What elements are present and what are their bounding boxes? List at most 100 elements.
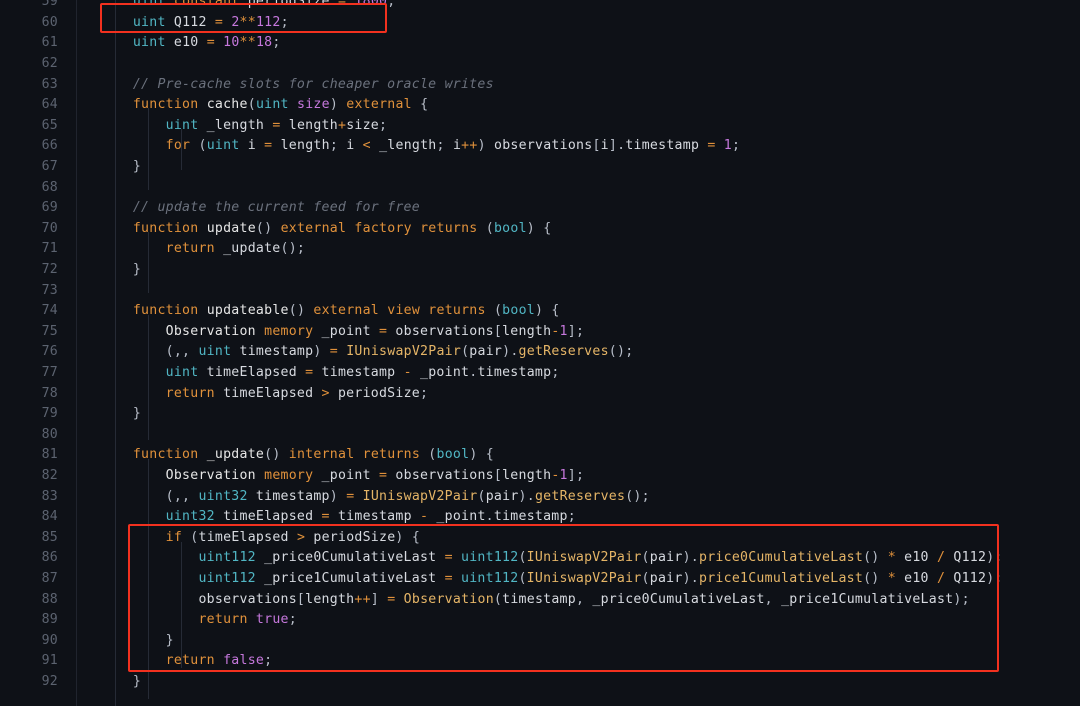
line-content[interactable]: Observation memory _point = observations… [100,322,584,343]
code-line[interactable]: 85 if (timeElapsed > periodSize) { [0,528,1080,549]
code-line[interactable]: 59 uint constant periodSize = 1800; [0,0,1080,13]
code-token: Q112 [165,14,215,30]
line-content[interactable]: // update the current feed for free [100,198,420,219]
code-line[interactable]: 70 function update() external factory re… [0,219,1080,240]
code-line[interactable]: 71 return _update(); [0,239,1080,260]
line-content[interactable]: // Pre-cache slots for cheaper oracle wr… [100,75,494,96]
code-line[interactable]: 79 } [0,404,1080,425]
line-content[interactable]: uint Q112 = 2**112; [100,13,289,34]
code-line[interactable]: 67 } [0,157,1080,178]
code-token: ; [288,612,297,628]
line-content[interactable]: function updateable() external view retu… [100,301,560,322]
line-content[interactable]: uint32 timeElapsed = timestamp - _point.… [100,507,576,528]
code-token: * [887,550,896,566]
code-line[interactable]: 66 for (uint i = length; i < _length; i+… [0,136,1080,157]
code-line[interactable]: 65 uint _length = length+size; [0,116,1080,137]
code-token: getReserves [518,344,609,360]
code-line[interactable]: 77 uint timeElapsed = timestamp - _point… [0,363,1080,384]
code-token: uint112 [198,550,256,566]
line-content[interactable]: (,, uint32 timestamp) = IUniswapV2Pair(p… [100,487,650,508]
line-content[interactable]: for (uint i = length; i < _length; i++) … [100,136,740,157]
code-line[interactable]: 68 [0,178,1080,199]
line-content[interactable]: observations[length++] = Observation(tim… [100,590,970,611]
line-content[interactable]: return false; [100,651,272,672]
code-token: } [132,674,142,689]
line-content[interactable]: uint _length = length+size; [100,116,387,137]
code-line[interactable]: 84 uint32 timeElapsed = timestamp - _poi… [0,507,1080,528]
line-content[interactable]: } [100,157,141,178]
code-line[interactable]: 63 // Pre-cache slots for cheaper oracle… [0,75,1080,96]
code-line[interactable]: 62 [0,54,1080,75]
code-token: memory [264,468,314,483]
line-content[interactable]: uint e10 = 10**18; [100,33,281,54]
code-line[interactable]: 78 return timeElapsed > periodSize; [0,384,1080,405]
code-line[interactable]: 81 function _update() internal returns (… [0,445,1080,466]
code-token: observations [387,468,494,483]
code-token: ]. [608,138,626,154]
line-content[interactable]: uint timeElapsed = timestamp - _point.ti… [100,363,560,384]
code-line[interactable]: 90 } [0,631,1080,652]
code-line[interactable]: 87 uint112 _price1CumulativeLast = uint1… [0,569,1080,590]
line-content[interactable]: uint112 _price0CumulativeLast = uint112(… [100,548,1003,569]
line-content[interactable]: return _update(); [100,239,305,260]
line-content[interactable]: return timeElapsed > periodSize; [100,384,428,405]
code-line[interactable]: 88 observations[length++] = Observation(… [0,590,1080,611]
code-token: = [321,509,330,525]
code-token: _point [313,468,379,483]
code-token: () [264,447,281,463]
line-content[interactable]: } [100,260,141,281]
code-token: timeElapsed [198,365,306,380]
code-token: cache [206,97,248,113]
code-line[interactable]: 73 [0,281,1080,302]
line-content[interactable]: return true; [100,610,297,631]
line-content[interactable]: } [100,672,141,693]
line-number: 77 [41,365,58,380]
line-content[interactable]: function update() external factory retur… [100,219,551,240]
line-content[interactable]: (,, uint timestamp) = IUniswapV2Pair(pai… [100,342,634,363]
line-number: 78 [41,385,58,401]
code-token: = [214,14,224,30]
code-line[interactable]: 92 } [0,672,1080,693]
code-token: uint [132,14,166,30]
line-content[interactable]: } [100,631,174,652]
code-token: - [420,509,429,525]
code-token: ( [518,550,527,566]
line-content[interactable]: uint constant periodSize = 1800; [100,0,395,13]
code-line[interactable]: 86 uint112 _price0CumulativeLast = uint1… [0,548,1080,569]
code-line[interactable]: 89 return true; [0,610,1080,631]
line-content[interactable]: if (timeElapsed > periodSize) { [100,528,420,549]
code-token: = [272,117,281,133]
line-content[interactable]: } [100,404,141,425]
code-token: timestamp [247,488,330,504]
line-content[interactable]: Observation memory _point = observations… [100,466,584,487]
code-line[interactable]: 80 [0,425,1080,446]
line-number: 61 [41,35,58,51]
code-line[interactable]: 64 function cache(uint size) external { [0,95,1080,116]
code-line[interactable]: 61 uint e10 = 10**18; [0,33,1080,54]
code-line[interactable]: 83 (,, uint32 timestamp) = IUniswapV2Pai… [0,487,1080,508]
code-line[interactable]: 69 // update the current feed for free [0,198,1080,219]
code-token: _price1CumulativeLast [781,591,954,607]
code-token: = [378,323,388,339]
code-token: memory [264,323,314,339]
line-content[interactable]: function cache(uint size) external { [100,95,428,116]
code-line[interactable]: 82 Observation memory _point = observati… [0,466,1080,487]
code-line[interactable]: 91 return false; [0,651,1080,672]
code-line[interactable]: 60 uint Q112 = 2**112; [0,13,1080,34]
line-content[interactable]: function _update() internal returns (boo… [100,445,494,466]
code-line[interactable]: 76 (,, uint timestamp) = IUniswapV2Pair(… [0,342,1080,363]
code-token: ). [682,550,699,566]
code-line[interactable]: 74 function updateable() external view r… [0,301,1080,322]
line-content[interactable]: uint112 _price1CumulativeLast = uint112(… [100,569,1003,590]
code-token: bool [493,220,527,236]
code-editor-viewport[interactable]: 59 uint constant periodSize = 1800; 60 ui… [0,0,1080,706]
code-line[interactable]: 72 } [0,260,1080,281]
code-token: ; [436,138,445,154]
code-line[interactable]: 75 Observation memory _point = observati… [0,322,1080,343]
